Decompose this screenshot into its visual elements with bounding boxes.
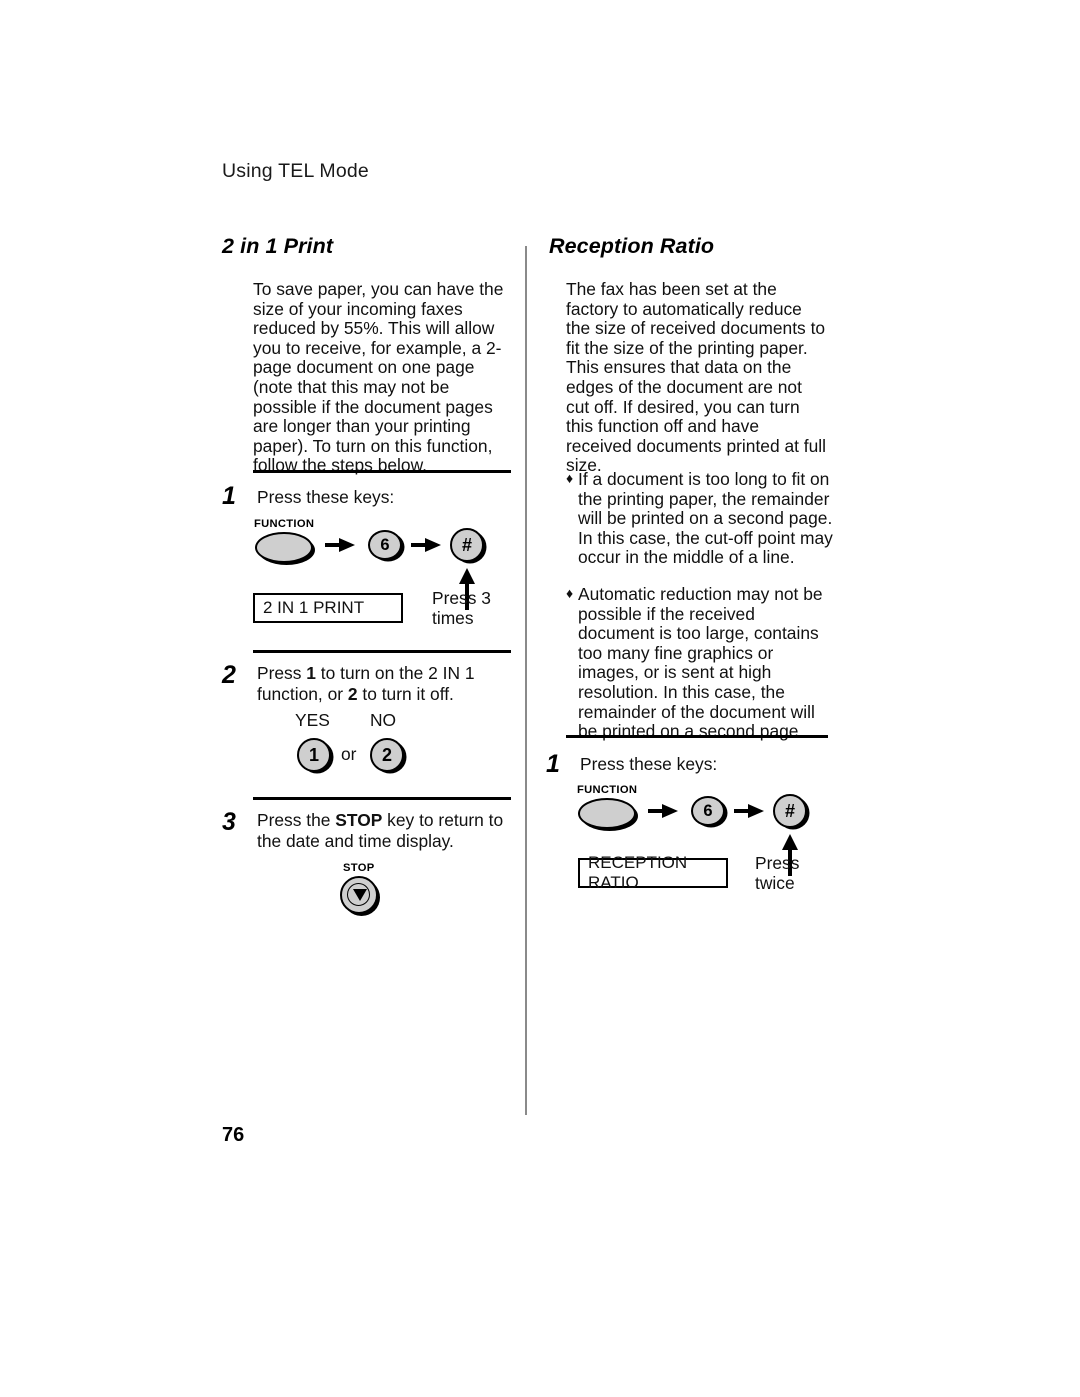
key-hash[interactable]: # — [450, 528, 484, 562]
section-heading-2in1-print: 2 in 1 Print — [222, 234, 334, 258]
stop-key-group: STOP — [340, 862, 400, 922]
step-text-left-2: Press 1 to turn on the 2 IN 1 function, … — [257, 663, 507, 705]
step-rule-left-2 — [253, 650, 511, 653]
list-item: ♦ If a document is too long to fit on th… — [566, 469, 834, 568]
press-note-line-1: Press 3 — [432, 588, 491, 608]
step-number-right-1: 1 — [546, 750, 560, 778]
function-key[interactable] — [255, 532, 313, 563]
press-note-right-1: Press twice — [755, 853, 835, 893]
step-rule-right-1 — [566, 735, 828, 738]
bullet-list: ♦ If a document is too long to fit on th… — [566, 469, 834, 742]
key-6[interactable]: 6 — [368, 530, 402, 560]
diamond-bullet-icon: ♦ — [566, 470, 574, 486]
arrow-right-icon — [411, 538, 441, 552]
manual-page: Using TEL Mode 2 in 1 Print To save pape… — [0, 0, 1080, 1397]
step-rule-left-3 — [253, 797, 511, 800]
step2-bold-1: 1 — [306, 663, 316, 683]
key-sequence-right-1: FUNCTION 6 # — [576, 784, 836, 876]
stop-key-label: STOP — [343, 862, 375, 874]
arrow-right-icon — [325, 538, 355, 552]
step-number-left-1: 1 — [222, 482, 236, 510]
no-label: NO — [370, 710, 397, 730]
press-note-line-1: Press — [755, 853, 800, 873]
page-number: 76 — [222, 1124, 245, 1146]
step-number-left-2: 2 — [222, 661, 236, 689]
key-hash[interactable]: # — [773, 794, 807, 828]
press-note-left-1: Press 3 times — [432, 588, 512, 628]
step3-bold-stop: STOP — [335, 810, 383, 830]
step2-bold-2: 2 — [347, 684, 358, 704]
intro-paragraph-right: The fax has been set at the factory to a… — [566, 279, 827, 476]
key-sequence-left-1: FUNCTION 6 # — [253, 518, 513, 610]
yes-label: YES — [295, 710, 330, 730]
section-heading-reception-ratio: Reception Ratio — [549, 234, 715, 258]
or-label: or — [341, 744, 357, 764]
step3-text-part1: Press the — [257, 810, 336, 830]
function-key-label: FUNCTION — [577, 784, 638, 796]
press-note-line-2: times — [432, 608, 474, 628]
step-text-left-1: Press these keys: — [257, 487, 395, 507]
lcd-display-2in1: 2 IN 1 PRINT — [253, 593, 403, 623]
column-divider — [525, 246, 527, 1115]
function-key[interactable] — [578, 798, 636, 829]
step-text-right-1: Press these keys: — [580, 754, 718, 774]
step2-text-part1: Press — [257, 663, 307, 683]
key-6[interactable]: 6 — [691, 796, 725, 826]
press-note-line-2: twice — [755, 873, 795, 893]
list-item: ♦ Automatic reduction may not be possibl… — [566, 583, 834, 742]
step-rule-left-1 — [253, 470, 511, 473]
list-item-text: Automatic reduction may not be possible … — [578, 583, 823, 742]
stop-key[interactable] — [340, 876, 378, 914]
arrow-right-icon — [648, 804, 678, 818]
stop-triangle-icon — [352, 889, 367, 901]
diamond-bullet-icon: ♦ — [566, 584, 574, 601]
intro-paragraph-left: To save paper, you can have the size of … — [253, 279, 504, 476]
step-text-left-3: Press the STOP key to return to the date… — [257, 810, 512, 852]
key-2-no[interactable]: 2 — [370, 738, 404, 772]
arrow-right-icon — [734, 804, 764, 818]
running-head: Using TEL Mode — [222, 160, 369, 182]
step-number-left-3: 3 — [222, 808, 236, 836]
step2-text-part3: to turn it off. — [357, 684, 454, 704]
key-1-yes[interactable]: 1 — [297, 738, 331, 772]
lcd-display-reception-ratio: RECEPTION RATIO — [578, 853, 728, 892]
function-key-label: FUNCTION — [254, 518, 315, 530]
list-item-text: If a document is too long to fit on the … — [578, 469, 833, 568]
